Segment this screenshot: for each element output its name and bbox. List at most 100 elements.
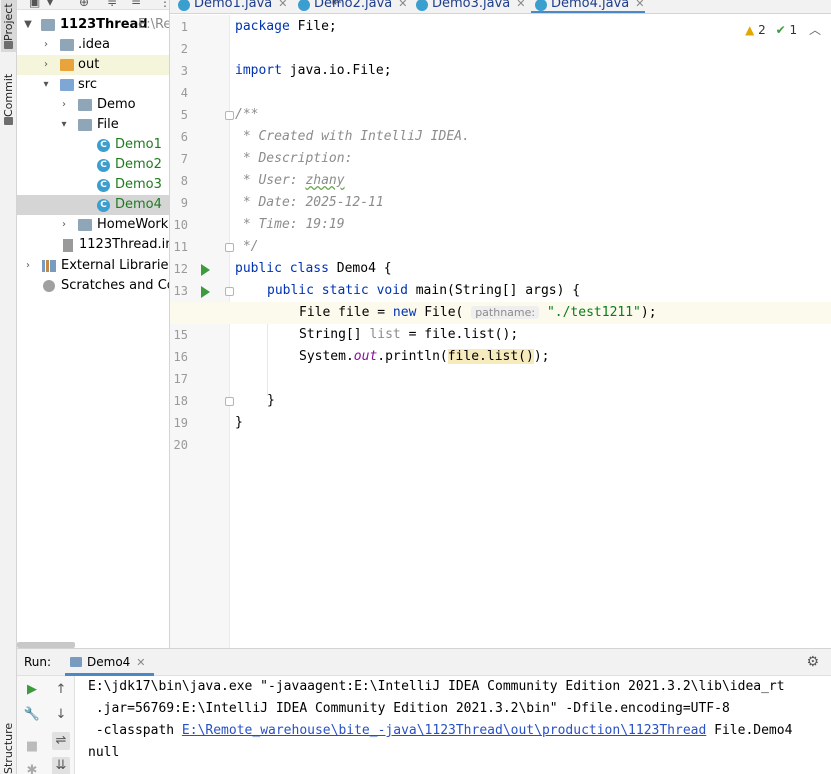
chevron-right-icon[interactable]: › xyxy=(41,35,51,55)
arrow-up-icon[interactable]: ↑ xyxy=(52,681,70,699)
run-tab-label: Demo4 xyxy=(87,655,131,669)
keyword: package xyxy=(235,19,290,34)
tree-item-label: Demo2 xyxy=(115,157,162,172)
close-icon[interactable]: ✕ xyxy=(278,0,287,10)
structure-tool-label: Structure xyxy=(2,722,15,774)
chevron-down-icon[interactable]: ▾ xyxy=(41,75,51,95)
iml-file-icon xyxy=(63,239,73,252)
code-text: .println( xyxy=(377,349,448,364)
arrow-down-icon[interactable]: ↓ xyxy=(52,706,70,724)
line-number: 17 xyxy=(173,372,188,386)
code-editor[interactable]: ▲ 2 ✔ 1 ︿ 1 2 3 4 5 6 7 8 9 10 11 12 13 … xyxy=(170,15,831,648)
module-folder-icon xyxy=(41,19,55,31)
console-text: -classpath xyxy=(88,723,182,738)
classpath-link[interactable]: E:\Remote_warehouse\bite_-java\1123Threa… xyxy=(182,723,706,738)
tree-item-scratches[interactable]: Scratches and Cons xyxy=(17,276,169,296)
keyword: new xyxy=(392,305,417,320)
close-icon[interactable]: ✕ xyxy=(516,0,525,10)
stop-icon[interactable]: ■ xyxy=(23,738,41,756)
keyword: class xyxy=(289,261,329,276)
soft-wrap-icon[interactable]: ⇌ xyxy=(52,732,70,750)
close-icon[interactable]: ✕ xyxy=(635,0,644,10)
tree-item-src[interactable]: ▾ src xyxy=(17,75,169,95)
class-icon: C xyxy=(97,159,110,172)
code-text: String[] xyxy=(299,327,370,342)
code-line-9: * Date: 2025-12-11 xyxy=(170,192,831,214)
chevron-right-icon[interactable]: › xyxy=(59,215,69,235)
chevron-right-icon[interactable]: › xyxy=(41,55,51,75)
line-number: 4 xyxy=(180,86,188,100)
chevron-right-icon[interactable]: › xyxy=(59,95,69,115)
scroll-to-end-icon[interactable]: ⇊ xyxy=(52,757,70,774)
folder-orange-icon xyxy=(60,59,74,71)
wrench-icon[interactable]: 🔧 xyxy=(23,706,41,724)
chevron-right-icon[interactable]: › xyxy=(23,256,33,276)
dropdown-icon[interactable]: ▾ xyxy=(47,0,53,9)
comment-user: zhany xyxy=(305,173,345,188)
tree-item-label: File xyxy=(97,117,119,132)
source-folder-icon xyxy=(60,79,74,91)
static-field: out xyxy=(353,349,378,364)
rerun-icon[interactable]: ▶ xyxy=(23,681,41,699)
tree-item-demo3[interactable]: C Demo3 xyxy=(17,175,169,195)
package-icon xyxy=(78,99,92,111)
tree-item-demo1[interactable]: C Demo1 xyxy=(17,135,169,155)
tree-item-demo4[interactable]: C Demo4 xyxy=(17,195,169,215)
tree-item-label: Scratches and Cons xyxy=(61,278,169,293)
code-text: File( xyxy=(416,305,472,320)
tree-item-iml[interactable]: 1123Thread.iml xyxy=(17,235,169,255)
tree-item-external-libraries[interactable]: › External Libraries xyxy=(17,256,169,276)
close-icon[interactable]: ✕ xyxy=(398,0,407,10)
tree-item-label: .idea xyxy=(78,37,110,52)
tree-item-homework[interactable]: › HomeWork xyxy=(17,215,169,235)
tree-item-label: Demo4 xyxy=(115,197,162,212)
class-icon xyxy=(178,0,190,11)
tab-label: Demo4.java xyxy=(551,0,630,11)
options-icon[interactable]: ⋮ xyxy=(159,0,169,9)
tab-demo3[interactable]: Demo3.java ✕ xyxy=(412,0,526,13)
class-icon: C xyxy=(97,179,110,192)
code-line-5: /** xyxy=(170,104,831,126)
chevron-down-icon[interactable]: ▾ xyxy=(59,115,69,135)
run-tab-demo4[interactable]: Demo4 ✕ xyxy=(65,649,154,676)
code-text: = file.list(); xyxy=(400,327,519,342)
tree-item-out[interactable]: › out xyxy=(17,55,169,75)
console-output[interactable]: E:\jdk17\bin\java.exe "-javaagent:E:\Int… xyxy=(75,676,831,774)
tree-item-idea[interactable]: › .idea xyxy=(17,35,169,55)
expand-all-icon[interactable]: ≐ xyxy=(131,0,141,9)
tree-item-label: out xyxy=(78,57,100,72)
view-mode-icon[interactable]: ▣ xyxy=(29,0,40,9)
tree-item-label: 1123Thread xyxy=(60,17,148,32)
tab-demo1[interactable]: Demo1.java ✕ xyxy=(174,0,288,13)
tab-demo4[interactable]: Demo4.java ✕ xyxy=(531,0,645,13)
pin-icon[interactable]: ✱ xyxy=(23,762,41,774)
code-text: Demo4 { xyxy=(328,261,392,276)
comment: * Date: 2025-12-11 xyxy=(235,195,384,210)
tree-item-demo2[interactable]: C Demo2 xyxy=(17,155,169,175)
class-icon xyxy=(416,0,428,11)
commit-tool-tab[interactable]: Commit xyxy=(1,66,16,128)
tree-item-project-root[interactable]: ▼ 1123Thread E:\Re xyxy=(17,15,170,35)
class-icon: C xyxy=(97,139,110,152)
tree-item-label: src xyxy=(78,77,97,92)
code-line-6: * Created with IntelliJ IDEA. xyxy=(170,126,831,148)
chevron-down-icon[interactable]: ▼ xyxy=(23,15,33,35)
keyword: void xyxy=(376,283,408,298)
run-config-icon xyxy=(70,657,82,667)
tree-item-file[interactable]: ▾ File xyxy=(17,115,169,135)
tab-label: Demo3.java xyxy=(432,0,511,11)
scratches-icon xyxy=(43,280,55,292)
tab-demo2[interactable]: Demo2.java ✕ xyxy=(294,0,408,13)
code-line-1: package File; xyxy=(170,16,831,38)
collapse-all-icon[interactable]: ≑ xyxy=(107,0,117,9)
project-toolbar: ▣ ▾ ⊕ ≑ ≐ ⋮ xyxy=(17,0,169,10)
code-line-10: * Time: 19:19 xyxy=(170,214,831,236)
gear-icon[interactable]: ⚙ xyxy=(806,654,819,670)
close-icon[interactable]: ✕ xyxy=(136,656,145,669)
structure-tool-tab[interactable]: Structure xyxy=(1,720,16,774)
project-tool-tab[interactable]: Project xyxy=(1,0,16,52)
keyword: public xyxy=(267,283,314,298)
tree-item-path: E:\Re xyxy=(138,17,170,32)
locate-icon[interactable]: ⊕ xyxy=(79,0,89,9)
tree-item-demo[interactable]: › Demo xyxy=(17,95,169,115)
